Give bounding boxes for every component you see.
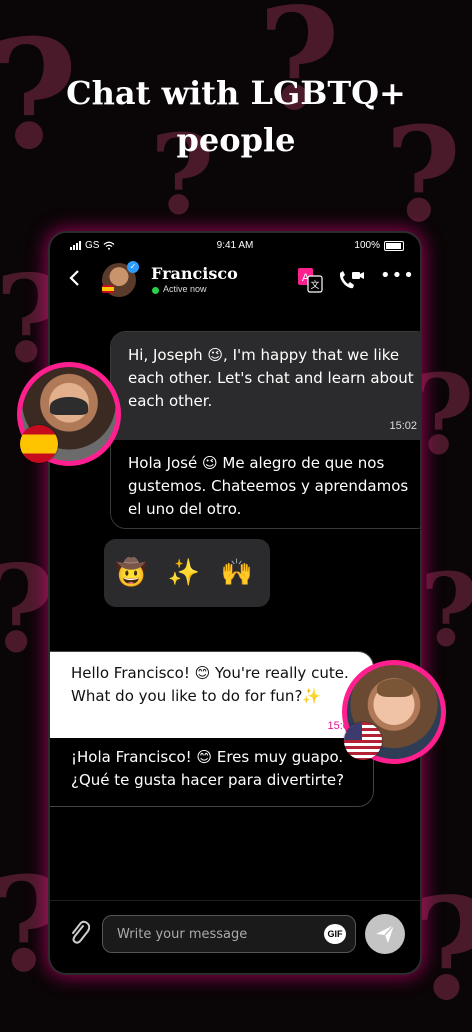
phone-frame: GS 9:41 AM 100% ✓ Francisco Active now A… xyxy=(50,233,420,973)
hair xyxy=(377,679,413,697)
spain-flag-icon xyxy=(20,425,58,463)
spain-flag-icon xyxy=(102,285,114,293)
message-original-text: Hello Francisco! 😊 You're really cute. W… xyxy=(71,664,349,705)
message-time: 15:02 xyxy=(389,420,417,432)
composer-bar: GIF xyxy=(50,900,420,973)
send-button[interactable] xyxy=(365,914,405,954)
incoming-message: Hi, Joseph 😉, I'm happy that we like eac… xyxy=(110,331,420,529)
more-options-icon[interactable]: ••• xyxy=(380,267,414,289)
bg-question-mark: ? xyxy=(420,560,472,660)
message-translation-text: ¡Hola Francisco! 😊 Eres muy guapo. ¿Qué … xyxy=(71,748,345,789)
translate-icon[interactable]: A 文 xyxy=(297,267,323,293)
message-original-text: Hi, Joseph 😉, I'm happy that we like eac… xyxy=(128,346,414,410)
outgoing-message: Hello Francisco! 😊 You're really cute. W… xyxy=(50,651,374,807)
message-translation-text: Hola José 😉 Me alegro de que nos gustemo… xyxy=(128,454,409,518)
emoji-reaction-bubble: 🤠 ✨ 🙌 xyxy=(104,539,270,607)
contact-name[interactable]: Francisco xyxy=(151,264,238,283)
back-button[interactable] xyxy=(68,269,86,291)
battery-icon xyxy=(384,240,404,251)
chat-header: ✓ Francisco Active now A 文 ••• xyxy=(50,257,420,305)
gif-button[interactable]: GIF xyxy=(324,924,346,944)
verified-check-icon: ✓ xyxy=(127,261,139,273)
chevron-left-icon xyxy=(69,270,79,286)
headline-line-1: Chat with LGBTQ+ xyxy=(66,74,406,112)
video-call-icon[interactable] xyxy=(337,269,365,291)
bg-question-mark: ? xyxy=(0,550,55,670)
headline-line-2: people xyxy=(176,121,296,159)
status-bar: GS 9:41 AM 100% xyxy=(50,233,420,257)
cap xyxy=(50,397,88,415)
online-status-dot xyxy=(152,287,159,294)
contact-status: Active now xyxy=(163,284,207,294)
svg-text:文: 文 xyxy=(310,279,319,291)
battery-label: 100% xyxy=(354,240,380,251)
send-icon xyxy=(376,924,395,943)
usa-flag-icon xyxy=(344,722,382,760)
paperclip-icon[interactable] xyxy=(68,919,90,945)
message-input[interactable] xyxy=(102,915,356,953)
headline: Chat with LGBTQ+ people xyxy=(0,70,472,164)
